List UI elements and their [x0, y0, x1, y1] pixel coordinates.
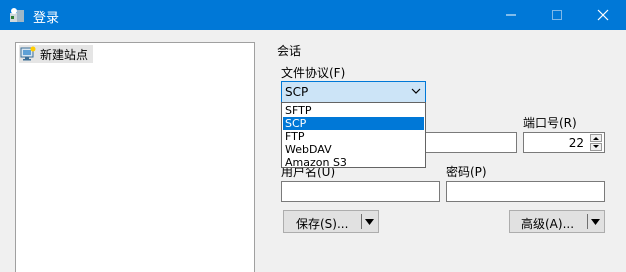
protocol-dropdown-list: SFTP SCP FTP WebDAV Amazon S3 — [281, 102, 426, 169]
minimize-button[interactable] — [488, 0, 534, 30]
save-button[interactable]: 保存(S)... — [283, 210, 379, 233]
username-input[interactable] — [281, 181, 440, 202]
protocol-option-sftp[interactable]: SFTP — [283, 104, 424, 117]
session-group-label: 会话 — [277, 44, 302, 58]
chevron-down-icon — [411, 88, 421, 94]
protocol-label: 文件协议(F) — [281, 66, 346, 80]
site-tree[interactable]: 新建站点 — [15, 42, 255, 272]
password-label: 密码(P) — [446, 165, 487, 179]
winscp-app-icon — [10, 8, 24, 22]
tree-item-new-site[interactable]: 新建站点 — [19, 45, 93, 63]
port-increment-button[interactable] — [590, 134, 602, 142]
password-input[interactable] — [446, 181, 605, 202]
port-value: 22 — [568, 136, 584, 150]
tree-item-label: 新建站点 — [40, 48, 89, 62]
protocol-selected-value: SCP — [285, 85, 309, 99]
port-decrement-button[interactable] — [590, 143, 602, 151]
close-button[interactable] — [580, 0, 626, 30]
protocol-option-webdav[interactable]: WebDAV — [283, 143, 424, 156]
spin-down-icon — [593, 145, 599, 148]
advanced-split-separator — [587, 214, 588, 229]
computer-icon — [20, 46, 36, 61]
advanced-button-label: 高级(A)... — [521, 217, 575, 231]
port-input[interactable]: 22 — [523, 132, 605, 153]
window-title: 登录 — [33, 11, 60, 26]
save-split-separator — [361, 214, 362, 229]
save-dropdown-arrow-icon[interactable] — [365, 219, 374, 225]
minimize-icon — [506, 14, 516, 16]
close-icon — [597, 9, 609, 21]
protocol-option-amazon-s3[interactable]: Amazon S3 — [283, 156, 424, 169]
maximize-icon — [552, 10, 562, 20]
spin-up-icon — [593, 137, 599, 140]
advanced-button[interactable]: 高级(A)... — [509, 210, 605, 233]
title-bar: 登录 — [0, 0, 626, 30]
protocol-option-ftp[interactable]: FTP — [283, 130, 424, 143]
protocol-select[interactable]: SCP — [281, 81, 426, 103]
advanced-dropdown-arrow-icon[interactable] — [591, 219, 600, 225]
protocol-option-scp[interactable]: SCP — [283, 117, 424, 130]
maximize-button[interactable] — [534, 0, 580, 30]
save-button-label: 保存(S)... — [296, 217, 349, 231]
port-label: 端口号(R) — [523, 116, 577, 130]
